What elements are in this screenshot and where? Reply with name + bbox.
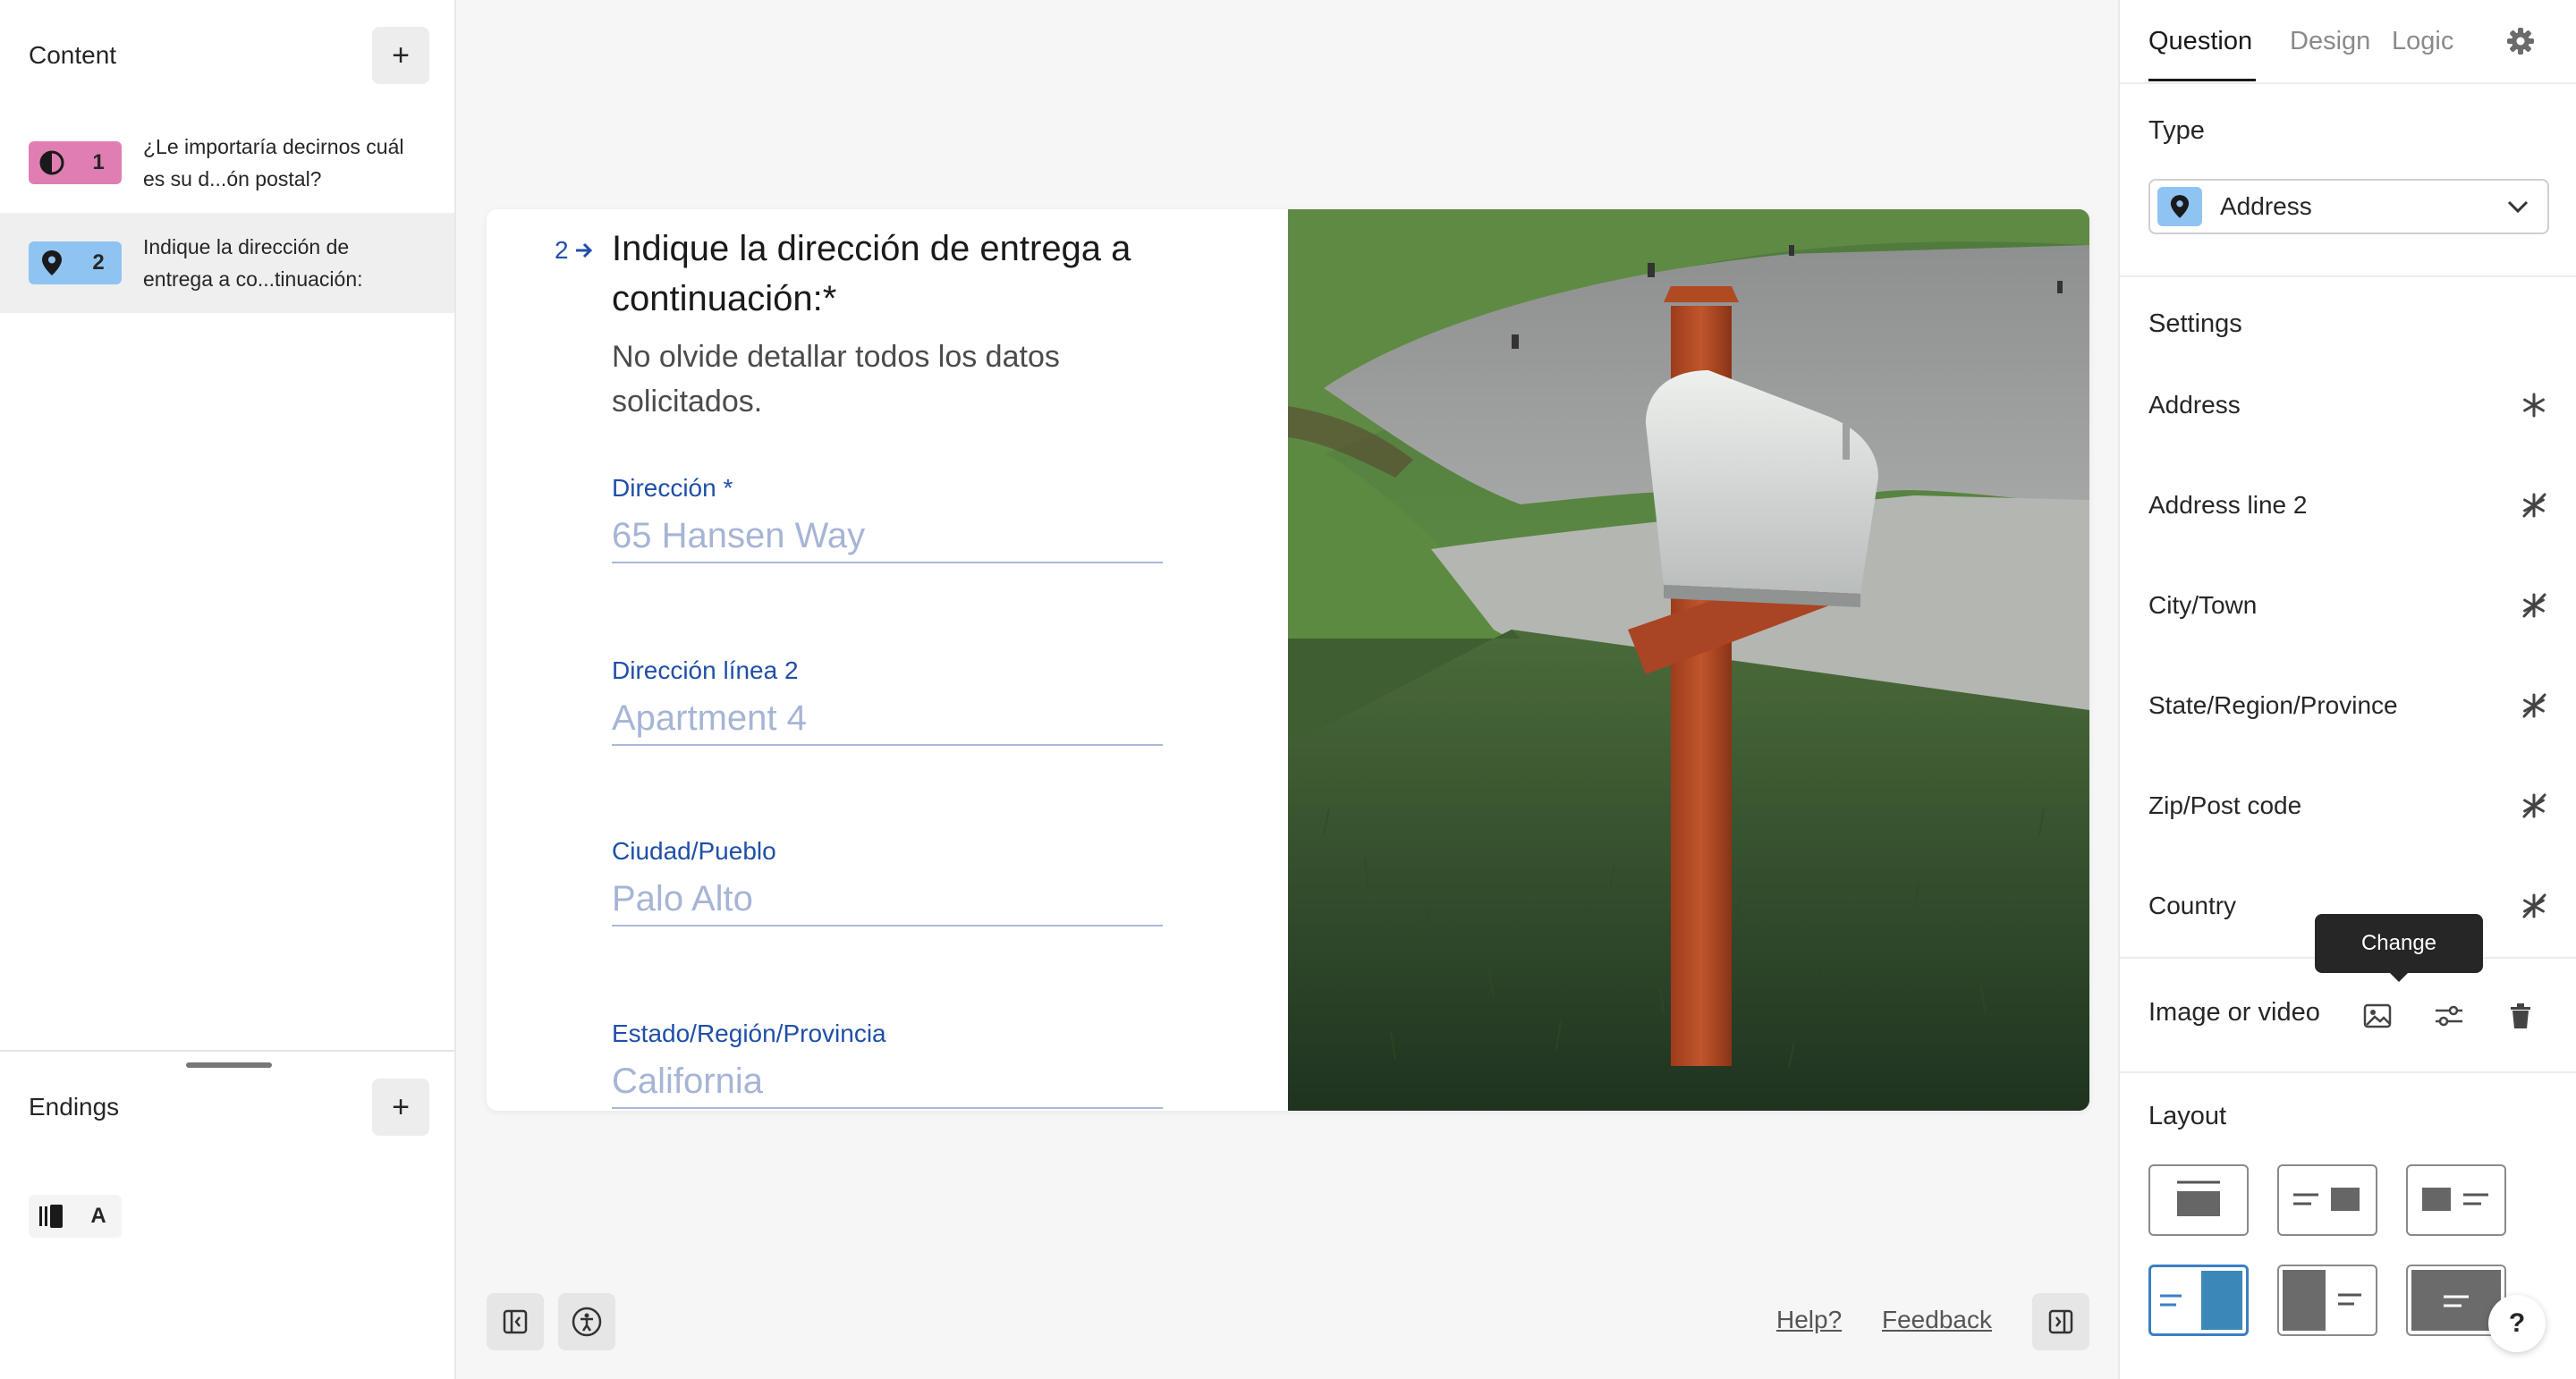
add-ending-button[interactable]: + bbox=[372, 1079, 429, 1136]
question-description[interactable]: No olvide detallar todos los datos solic… bbox=[612, 334, 1166, 424]
settings-title: Settings bbox=[2148, 309, 2242, 338]
image-icon[interactable] bbox=[2360, 998, 2395, 1034]
question-badge-1: 1 bbox=[29, 141, 122, 184]
accessibility-button[interactable] bbox=[558, 1293, 615, 1350]
question-number: 2 bbox=[555, 236, 569, 264]
not-required-icon[interactable] bbox=[2519, 791, 2549, 821]
ending-item-a[interactable]: A bbox=[29, 1195, 122, 1238]
setting-row-address: Address bbox=[2148, 390, 2549, 420]
mailbox-photo bbox=[1288, 209, 2089, 1111]
collapse-right-icon bbox=[2048, 1309, 2073, 1334]
resize-handle[interactable] bbox=[186, 1062, 272, 1068]
not-required-icon[interactable] bbox=[2519, 490, 2549, 520]
question-number-indicator: 2 bbox=[555, 236, 594, 265]
layout-option-wallpaper-left[interactable] bbox=[2277, 1265, 2377, 1336]
contrast-icon bbox=[29, 149, 75, 176]
layout-option-wallpaper-right[interactable] bbox=[2148, 1265, 2249, 1336]
question-text: ¿Le importaría decirnos cuál es su d...ó… bbox=[143, 135, 404, 190]
ending-letter: A bbox=[90, 1204, 106, 1228]
question-list-item-2[interactable]: 2 Indique la dirección de entrega a co..… bbox=[0, 213, 454, 313]
question-type-select[interactable]: Address bbox=[2148, 179, 2549, 234]
address-line2-label: Dirección línea 2 bbox=[612, 656, 799, 684]
question-number: 2 bbox=[92, 250, 105, 275]
location-pin-icon bbox=[2157, 187, 2202, 226]
content-sidebar: Content + 1 ¿Le importaría decirnos cuál… bbox=[0, 0, 456, 1379]
setting-row-zip: Zip/Post code bbox=[2148, 791, 2549, 821]
question-title[interactable]: Indique la dirección de entrega a contin… bbox=[612, 224, 1184, 324]
add-question-button[interactable]: + bbox=[372, 27, 429, 84]
setting-label: Address line 2 bbox=[2148, 491, 2308, 519]
plus-icon: + bbox=[392, 1089, 410, 1124]
layout-option-split-right[interactable] bbox=[2277, 1164, 2377, 1236]
collapse-left-panel-button[interactable] bbox=[487, 1293, 544, 1350]
setting-label: City/Town bbox=[2148, 591, 2258, 619]
tab-question[interactable]: Question bbox=[2148, 27, 2252, 56]
setting-row-city-town: City/Town bbox=[2148, 590, 2549, 621]
address-input[interactable] bbox=[612, 510, 1163, 563]
type-title: Type bbox=[2148, 116, 2205, 145]
trash-icon[interactable] bbox=[2503, 998, 2538, 1034]
address-label: Dirección * bbox=[612, 474, 733, 502]
question-list-item-1[interactable]: 1 ¿Le importaría decirnos cuál es su d..… bbox=[0, 113, 454, 213]
setting-row-state: State/Region/Province bbox=[2148, 690, 2549, 721]
feedback-link[interactable]: Feedback bbox=[1882, 1306, 1992, 1334]
arrow-right-icon bbox=[575, 242, 592, 258]
collapse-left-icon bbox=[503, 1309, 528, 1334]
active-tab-indicator bbox=[2148, 79, 2256, 81]
content-title: Content bbox=[29, 41, 117, 69]
form-pane: 2 Indique la dirección de entrega a cont… bbox=[487, 209, 1288, 1111]
image-video-label: Image or video bbox=[2148, 998, 2320, 1027]
accessibility-icon bbox=[572, 1307, 602, 1337]
ending-icon bbox=[29, 1203, 75, 1230]
help-link[interactable]: Help? bbox=[1776, 1306, 1842, 1334]
change-tooltip: Change bbox=[2315, 914, 2483, 982]
setting-label: State/Region/Province bbox=[2148, 691, 2398, 719]
state-input[interactable] bbox=[612, 1055, 1163, 1109]
setting-label: Zip/Post code bbox=[2148, 791, 2302, 819]
setting-label: Address bbox=[2148, 391, 2241, 419]
sliders-icon[interactable] bbox=[2431, 998, 2467, 1034]
setting-row-address-line-2: Address line 2 bbox=[2148, 490, 2549, 520]
tabs-divider bbox=[2120, 82, 2576, 84]
sidebar-divider bbox=[0, 1050, 454, 1052]
tab-logic[interactable]: Logic bbox=[2392, 27, 2453, 56]
endings-title: Endings bbox=[29, 1093, 120, 1121]
plus-icon: + bbox=[392, 38, 410, 72]
setting-label: Country bbox=[2148, 892, 2237, 919]
layout-option-split-left[interactable] bbox=[2406, 1164, 2506, 1236]
location-pin-icon bbox=[29, 250, 75, 276]
layout-title: Layout bbox=[2148, 1102, 2227, 1130]
question-preview: 2 Indique la dirección de entrega a cont… bbox=[487, 209, 2089, 1111]
layout-option-stack[interactable] bbox=[2148, 1164, 2249, 1236]
question-settings-panel: Question Design Logic Type Address Setti… bbox=[2118, 0, 2576, 1379]
image-divider bbox=[2120, 1071, 2576, 1073]
required-asterisk-icon[interactable] bbox=[2519, 390, 2549, 420]
question-badge-2: 2 bbox=[29, 241, 122, 284]
tab-design[interactable]: Design bbox=[2290, 27, 2370, 56]
not-required-icon[interactable] bbox=[2519, 690, 2549, 721]
city-label: Ciudad/Pueblo bbox=[612, 837, 776, 865]
help-fab-button[interactable]: ? bbox=[2488, 1295, 2546, 1352]
collapse-right-panel-button[interactable] bbox=[2032, 1293, 2089, 1350]
address-line2-input[interactable] bbox=[612, 692, 1163, 746]
type-divider bbox=[2120, 275, 2576, 277]
state-label: Estado/Región/Provincia bbox=[612, 1019, 886, 1047]
question-type-value: Address bbox=[2220, 192, 2312, 220]
city-input[interactable] bbox=[612, 873, 1163, 926]
not-required-icon[interactable] bbox=[2519, 891, 2549, 921]
gear-icon[interactable] bbox=[2504, 25, 2537, 62]
not-required-icon[interactable] bbox=[2519, 590, 2549, 621]
question-number: 1 bbox=[92, 150, 105, 174]
question-text: Indique la dirección de entrega a co...t… bbox=[143, 235, 363, 291]
chevron-down-icon bbox=[2507, 200, 2529, 214]
